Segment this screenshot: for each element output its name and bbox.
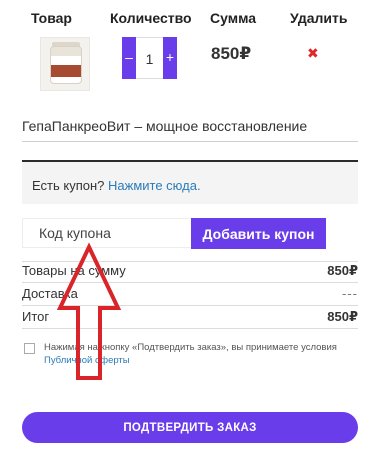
header-quantity: Количество [110, 10, 192, 26]
delete-icon[interactable]: ✖ [307, 45, 319, 62]
coupon-show-link[interactable]: Нажмите сюда. [108, 178, 201, 193]
terms-checkbox[interactable] [24, 343, 35, 354]
coupon-question: Есть купон? [32, 178, 105, 193]
divider [22, 141, 358, 142]
quantity-decrease-button[interactable]: – [122, 37, 136, 79]
item-price: 850₽ [211, 44, 252, 63]
quantity-stepper[interactable]: – 1 + [122, 37, 177, 79]
product-image[interactable] [40, 37, 90, 91]
total-label: Итог [22, 309, 50, 324]
public-offer-link[interactable]: Публичной оферты [44, 355, 130, 366]
product-name[interactable]: ГепаПанкреоВит – мощное восстановление [22, 118, 307, 134]
terms-text: Нажимая на кнопку «Подтвердить заказ», в… [44, 341, 364, 367]
shipping-label: Доставка [22, 286, 78, 301]
coupon-code-input[interactable] [22, 218, 192, 248]
subtotal-row: Товары на сумму 850₽ [22, 260, 358, 282]
coupon-notice-text: Есть купон? Нажмите сюда. [32, 178, 201, 193]
divider [22, 328, 358, 329]
jar-body [50, 46, 82, 84]
quantity-value[interactable]: 1 [136, 37, 163, 79]
coupon-notice: Есть купон? Нажмите сюда. [22, 160, 358, 204]
header-product: Товар [31, 10, 72, 26]
total-row: Итог 850₽ [22, 306, 358, 328]
cart-table-header: Товар Количество Сумма Удалить [0, 10, 380, 30]
shipping-value: --- [342, 286, 358, 301]
quantity-increase-button[interactable]: + [163, 37, 177, 79]
subtotal-value: 850₽ [327, 263, 358, 278]
subtotal-label: Товары на сумму [22, 263, 126, 278]
total-value: 850₽ [327, 309, 358, 324]
confirm-order-button[interactable]: ПОДТВЕРДИТЬ ЗАКАЗ [22, 412, 358, 443]
apply-coupon-button[interactable]: Добавить купон [191, 218, 326, 249]
header-delete: Удалить [290, 10, 348, 26]
terms-text-body: Нажимая на кнопку «Подтвердить заказ», в… [44, 342, 337, 353]
header-sum: Сумма [210, 10, 257, 26]
shipping-row: Доставка --- [22, 283, 358, 305]
